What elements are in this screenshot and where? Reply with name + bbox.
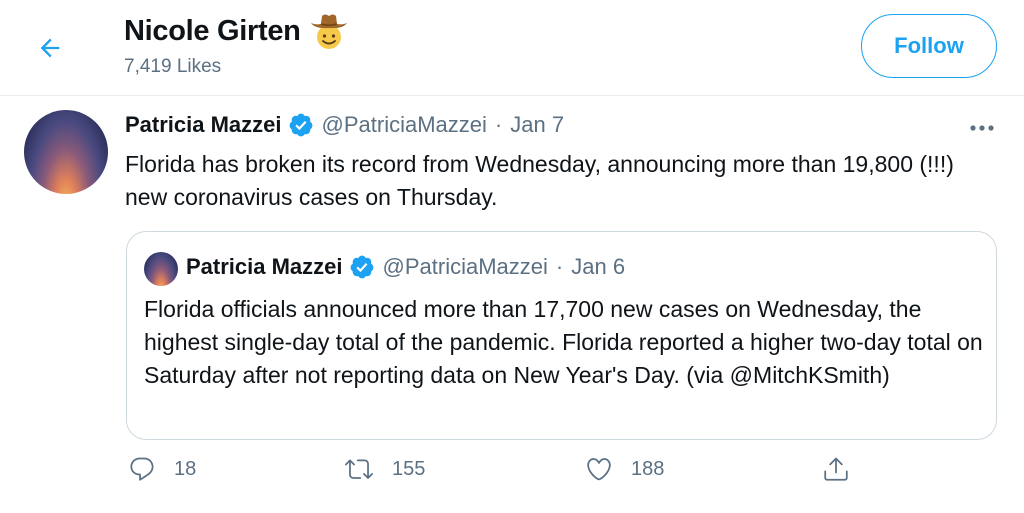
separator-dot: ·: [555, 254, 564, 279]
page-title: Nicole Girten: [124, 12, 349, 50]
like-button[interactable]: 188: [585, 455, 664, 483]
quote-avatar: [144, 252, 178, 286]
back-button[interactable]: [30, 28, 70, 68]
retweet-button[interactable]: 155: [344, 455, 425, 483]
verified-badge-icon: [350, 255, 373, 279]
quote-date: Jan 6: [571, 254, 626, 279]
tweet-date[interactable]: Jan 7: [510, 112, 564, 138]
quoted-tweet[interactable]: Patricia Mazzei @PatriciaMazzei · Jan 6 …: [126, 231, 997, 440]
tweet-actions: 18 155 188: [0, 455, 1024, 495]
verified-badge-icon: [289, 113, 312, 137]
author-name[interactable]: Patricia Mazzei: [125, 112, 282, 138]
retweet-icon: [345, 459, 373, 479]
arrow-left-icon: [40, 38, 60, 58]
reply-count: 18: [174, 457, 197, 480]
tweet-text: Florida has broken its record from Wedne…: [125, 151, 954, 210]
tweet-header: Patricia Mazzei @PatriciaMazzei · Jan 7: [125, 112, 564, 138]
cowboy-emoji-icon: [309, 12, 349, 50]
follow-button[interactable]: Follow: [861, 14, 997, 78]
heart-icon: [587, 458, 611, 481]
more-button[interactable]: [964, 114, 1000, 142]
quote-author-name: Patricia Mazzei: [186, 254, 343, 279]
avatar[interactable]: [24, 110, 108, 194]
separator-dot: ·: [494, 112, 503, 137]
reply-button[interactable]: 18: [128, 455, 196, 483]
quote-text: Florida officials announced more than 17…: [144, 296, 983, 388]
share-button[interactable]: [822, 455, 850, 483]
author-handle[interactable]: @PatriciaMazzei: [322, 112, 487, 138]
like-count: 188: [631, 457, 665, 480]
likes-count: 7,419 Likes: [124, 56, 222, 77]
quote-header: Patricia Mazzei @PatriciaMazzei · Jan 6: [186, 254, 625, 280]
share-icon: [824, 457, 848, 481]
reply-icon: [130, 457, 154, 481]
profile-header: Nicole Girten 7,419 Likes Follow: [0, 0, 1024, 96]
more-dots-icon: [970, 125, 994, 131]
profile-name: Nicole Girten: [124, 14, 301, 47]
retweet-count: 155: [392, 457, 426, 480]
quote-author-handle: @PatriciaMazzei: [382, 254, 548, 279]
